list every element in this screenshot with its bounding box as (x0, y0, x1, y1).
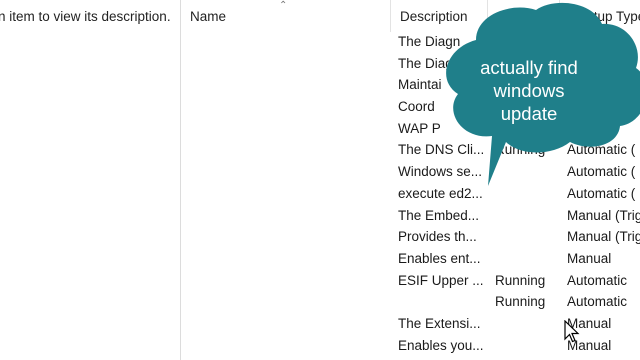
service-startup-type: Manual (Trig (567, 229, 640, 245)
service-startup-type: Manual (567, 250, 612, 266)
column-header-status[interactable] (487, 0, 559, 32)
service-status: Running (495, 272, 546, 288)
service-row[interactable]: Encrypting File System (EFS)Provides th.… (181, 226, 640, 248)
service-description: The Embed... (398, 207, 480, 223)
service-row[interactable]: Enterprise App Managemen...Enables ent..… (181, 248, 640, 270)
column-header-startup-label: Startup Type (569, 9, 640, 24)
service-row[interactable]: EverythingRunningAutomatic (181, 291, 640, 313)
description-pane: n item to view its description. (0, 0, 181, 360)
service-description: ESIF Upper ... (398, 272, 484, 288)
column-header-row: Name ⌃ Description Startup Type (181, 0, 640, 32)
service-row[interactable]: Embedded ModeThe Embed...Manual (Trig (181, 205, 640, 227)
service-description: Enables you... (398, 337, 484, 353)
service-startup-type: Manual (Trig (567, 207, 640, 223)
service-row[interactable]: ESIF Upper Framework Servi...ESIF Upper … (181, 270, 640, 292)
column-header-description[interactable]: Description (390, 0, 487, 32)
service-description: Enables ent... (398, 250, 481, 266)
service-description: execute ed2... (398, 185, 483, 201)
service-status: Running (495, 294, 546, 310)
service-startup-type: Manual (567, 34, 612, 49)
description-hint: n item to view its description. (0, 9, 171, 24)
service-description: The Extensi... (398, 315, 481, 331)
callout-text: actually find windows update (456, 56, 602, 125)
service-status: Running (495, 142, 546, 158)
service-description: The Diagn (398, 34, 461, 49)
service-startup-type: Automatic (567, 272, 628, 288)
callout-line-3: update (500, 103, 558, 124)
service-row[interactable]: Downloaded Maps ManagerWindows se...Auto… (181, 161, 640, 183)
services-list[interactable]: Name ⌃ Description Startup Type Diagnost… (181, 0, 640, 360)
sort-ascending-icon: ⌃ (279, 0, 288, 11)
service-row[interactable]: ed2k idle serviceexecute ed2...Automatic… (181, 183, 640, 205)
column-header-name-label: Name (190, 9, 227, 24)
column-header-description-label: Description (400, 9, 468, 24)
column-header-startup-type[interactable]: Startup Type (559, 0, 640, 32)
service-description: The DNS Cli... (398, 142, 485, 158)
service-startup-type: Automatic ( (567, 185, 636, 201)
mouse-pointer-icon (564, 320, 580, 343)
service-startup-type: Automatic ( (567, 164, 636, 180)
service-row[interactable]: DNS ClientThe DNS Cli...RunningAutomatic… (181, 139, 640, 161)
service-description: Provides th... (398, 229, 477, 245)
service-description: Windows se... (398, 164, 483, 180)
callout-line-1: actually find (480, 57, 578, 78)
callout-line-2: windows (493, 80, 565, 101)
service-row[interactable]: Diagnostic Service HostThe DiagnManual (181, 31, 640, 53)
service-startup-type: Automatic (567, 294, 628, 310)
service-startup-type: Automatic ( (567, 142, 636, 158)
